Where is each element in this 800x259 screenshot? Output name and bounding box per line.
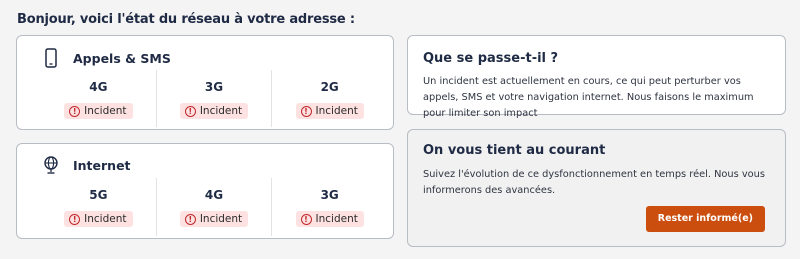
internet-card: Internet 5G ! Incident 4G ! Incident 3G … [16,143,394,239]
incident-info-card: Que se passe-t-il ? Un incident est actu… [407,35,786,119]
status-label: Incident [199,105,243,117]
incident-badge: ! Incident [295,211,364,227]
calls-sms-header: Appels & SMS [43,48,171,68]
incident-badge: ! Incident [64,103,133,119]
incident-badge: ! Incident [179,103,249,119]
updates-text: Suivez l'évolution de ce dysfonctionneme… [423,169,765,196]
internet-header: Internet [43,155,131,175]
tech-status-3g: 3G ! Incident [271,178,387,236]
tech-name: 3G [320,188,339,202]
stay-informed-button[interactable]: Rester informé(e) [645,206,765,232]
tech-status-4g: 4G ! Incident [41,70,156,127]
incident-badge: ! Incident [295,103,364,119]
alert-icon: ! [184,105,196,117]
tech-status-4g: 4G ! Incident [155,178,272,236]
status-label: Incident [199,213,243,225]
alert-icon: ! [300,213,312,225]
calls-sms-card: Appels & SMS 4G ! Incident 3G ! Incident… [16,35,394,130]
updates-title: On vous tient au courant [423,143,606,158]
status-label: Incident [315,105,358,117]
status-label: Incident [84,105,127,117]
updates-card: On vous tient au courant Suivez l'évolut… [407,129,786,247]
incident-badge: ! Incident [179,211,249,227]
tech-status-2g: 2G ! Incident [271,70,387,127]
tech-status-3g: 3G ! Incident [155,70,272,127]
status-label: Incident [84,213,127,225]
mobile-phone-icon [43,48,59,68]
tech-name: 4G [89,80,108,94]
incident-info-title: Que se passe-t-il ? [423,51,559,66]
internet-title: Internet [73,157,131,173]
incident-info-text: Un incident est actuellement en cours, c… [423,76,754,119]
status-label: Incident [315,213,358,225]
page-title: Bonjour, voici l'état du réseau à votre … [17,12,355,27]
alert-icon: ! [69,105,81,117]
alert-icon: ! [184,213,196,225]
alert-icon: ! [300,105,312,117]
tech-name: 5G [89,188,108,202]
incident-badge: ! Incident [64,211,133,227]
calls-sms-title: Appels & SMS [73,50,171,66]
tech-name: 4G [204,188,224,202]
alert-icon: ! [69,213,81,225]
globe-icon [43,155,59,175]
internet-tech-list: 5G ! Incident 4G ! Incident 3G ! Inciden… [41,178,387,236]
tech-status-5g: 5G ! Incident [41,178,156,236]
calls-sms-tech-list: 4G ! Incident 3G ! Incident 2G ! Inciden… [41,70,387,127]
tech-name: 3G [204,80,224,94]
tech-name: 2G [320,80,339,94]
